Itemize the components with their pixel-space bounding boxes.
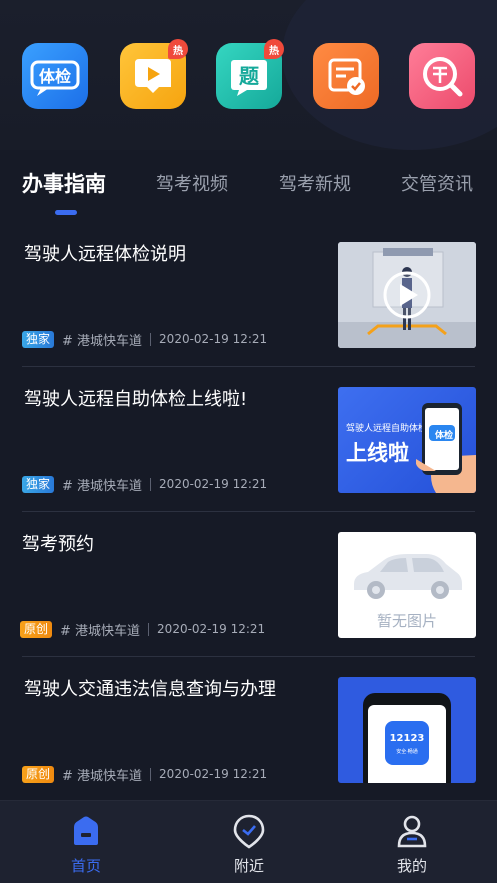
meta-divider — [148, 622, 150, 636]
thumb-badge-text: 体检 — [434, 431, 453, 441]
list-item[interactable]: 驾驶人远程自助体检上线啦! 独家 # 港城快车道 2020-02-19 12:2… — [0, 367, 497, 512]
thumb-caption: 驾驶人远程自助体检 — [346, 424, 428, 434]
app-12123-label: 12123 — [389, 733, 425, 744]
list-item[interactable]: 驾驶人远程体检说明 独家 # 港城快车道 2020-02-19 12:21 — [0, 222, 497, 367]
article-meta: 独家 # 港城快车道 2020-02-19 12:21 — [22, 330, 268, 349]
tab-exam-video[interactable]: 驾考视频 — [156, 170, 228, 196]
article-source: # 港城快车道 — [62, 478, 143, 494]
nav-nearby-label: 附近 — [233, 857, 264, 875]
article-date: 2020-02-19 12:21 — [159, 767, 268, 781]
health-check-icon[interactable]: 体检 — [22, 43, 88, 109]
exclusive-badge: 独家 — [22, 330, 55, 348]
article-title: 驾考预约 — [22, 534, 94, 555]
article-date: 2020-02-19 12:21 — [157, 622, 266, 636]
article-thumbnail: 12123 安全·畅通 — [338, 677, 476, 783]
nav-home[interactable]: 首页 — [46, 813, 126, 876]
form-check-icon[interactable] — [313, 43, 379, 109]
car-placeholder-icon — [354, 554, 462, 599]
user-icon — [397, 815, 427, 848]
thumb-headline: 上线啦 — [346, 441, 409, 465]
meta-divider — [150, 477, 152, 491]
original-badge: 原创 — [20, 620, 53, 638]
hot-badge: 热 — [168, 39, 188, 59]
nav-home-label: 首页 — [70, 857, 101, 875]
fine-search-icon[interactable] — [409, 43, 475, 109]
health-check-label: 体检 — [39, 67, 71, 86]
article-thumbnail — [338, 242, 476, 348]
list-item[interactable]: 驾驶人交通违法信息查询与办理 原创 # 港城快车道 2020-02-19 12:… — [0, 657, 497, 802]
exam-question-icon[interactable]: 题 热 — [216, 39, 284, 109]
video-play-icon[interactable]: 热 — [120, 39, 188, 109]
phone-in-hand-illustration — [416, 403, 476, 493]
article-meta: 原创 # 港城快车道 2020-02-19 12:21 — [20, 620, 266, 639]
article-source: # 港城快车道 — [62, 333, 143, 349]
tab-guide[interactable]: 办事指南 — [22, 168, 106, 198]
article-title: 驾驶人交通违法信息查询与办理 — [24, 679, 276, 700]
hot-badge: 热 — [264, 39, 284, 59]
quick-access-bar: 体检 热 题 热 — [0, 0, 497, 150]
list-item[interactable]: 驾考预约 原创 # 港城快车道 2020-02-19 12:21 暂无图片 — [0, 512, 497, 657]
exclusive-badge: 独家 — [22, 475, 55, 493]
tab-exam-rules[interactable]: 驾考新规 — [279, 170, 351, 196]
nav-nearby[interactable]: 附近 — [209, 813, 289, 876]
meta-divider — [150, 767, 152, 781]
tab-traffic-news[interactable]: 交管资讯 — [401, 170, 473, 196]
no-image-text: 暂无图片 — [376, 612, 437, 630]
article-source: # 港城快车道 — [60, 623, 141, 639]
article-source: # 港城快车道 — [62, 768, 143, 784]
article-title: 驾驶人远程自助体检上线啦! — [24, 389, 248, 410]
app-slogan: 安全·畅通 — [396, 749, 418, 755]
location-icon — [233, 814, 265, 849]
category-tabs: 办事指南 驾考视频 驾考新规 交管资讯 — [0, 150, 497, 220]
article-meta: 独家 # 港城快车道 2020-02-19 12:21 — [22, 475, 268, 494]
article-thumbnail: 暂无图片 — [338, 532, 476, 638]
article-title: 驾驶人远程体检说明 — [24, 244, 186, 265]
meta-divider — [150, 332, 152, 346]
article-meta: 原创 # 港城快车道 2020-02-19 12:21 — [22, 765, 268, 784]
article-thumbnail: 驾驶人远程自助体检 上线啦 体检 — [338, 387, 476, 493]
nav-profile-label: 我的 — [396, 857, 427, 875]
nav-profile[interactable]: 我的 — [372, 813, 452, 876]
original-badge: 原创 — [22, 765, 55, 783]
exam-question-label: 题 — [239, 64, 260, 88]
active-tab-indicator — [55, 210, 77, 215]
home-icon — [74, 816, 98, 845]
article-date: 2020-02-19 12:21 — [159, 332, 268, 346]
article-date: 2020-02-19 12:21 — [159, 477, 268, 491]
bottom-navigation: 首页 附近 我的 — [0, 800, 497, 883]
